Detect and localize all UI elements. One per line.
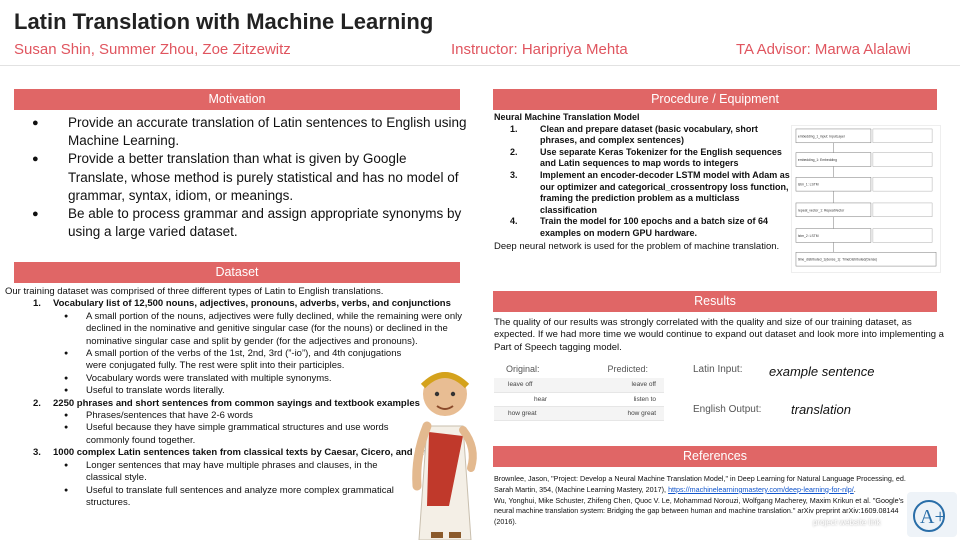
- motivation-bullet: Provide an accurate translation of Latin…: [32, 114, 468, 150]
- procedure-step: 1. Clean and prepare dataset (basic vocab…: [494, 124, 794, 147]
- layer-label: repeat_vector_1: RepeatVector: [798, 208, 845, 212]
- procedure-body: Neural Machine Translation Model 1. Clean…: [494, 112, 794, 252]
- prediction-header: Original: Predicted:: [494, 364, 664, 374]
- header-divider: [0, 65, 960, 66]
- dataset-bullet: Useful to translate full sentences and a…: [5, 485, 470, 510]
- instructor: Instructor: Haripriya Mehta: [451, 41, 628, 58]
- ta-advisor: TA Advisor: Marwa Alalawi: [736, 41, 911, 58]
- item-title: Vocabulary list of 12,500 nouns, adjecti…: [53, 298, 451, 310]
- latin-input-label: Latin Input:: [693, 364, 743, 375]
- dataset-intro: Our training dataset was comprised of th…: [5, 286, 384, 297]
- dataset-bullet: Phrases/sentences that have 2-6 words: [5, 410, 470, 423]
- dataset-bullet: Vocabulary words were translated with mu…: [5, 373, 470, 386]
- predicted-label: Predicted:: [607, 364, 648, 374]
- a-plus-logo: A+: [907, 492, 957, 537]
- motivation-bullet: Be able to process grammar and assign ap…: [32, 205, 468, 241]
- reference-item: Brownlee, Jason, "Project: Develop a Neu…: [494, 474, 906, 496]
- dataset-item: 2. 2250 phrases and short sentences from …: [5, 398, 470, 410]
- dataset-bullet: A small portion of the nouns, adjectives…: [5, 311, 470, 348]
- step-text: Use separate Keras Tokenizer for the Eng…: [540, 146, 782, 169]
- caesar-illustration: [412, 372, 477, 540]
- dataset-item: 3. 1000 complex Latin sentences taken fro…: [5, 447, 470, 459]
- project-website-link[interactable]: project website link: [813, 518, 881, 527]
- results-text: The quality of our results was strongly …: [494, 317, 944, 353]
- dataset-heading: Dataset: [14, 262, 460, 283]
- reference-link[interactable]: https://machinelearningmastery.com/deep-…: [668, 485, 854, 494]
- predicted-cell: how great: [593, 406, 664, 421]
- dataset-bullet: A small portion of the verbs of the 1st,…: [5, 348, 470, 373]
- poster-title: Latin Translation with Machine Learning: [14, 9, 434, 34]
- step-number: 2.: [510, 146, 518, 157]
- original-label: Original:: [506, 364, 540, 374]
- authors: Susan Shin, Summer Zhou, Zoe Zitzewitz: [14, 41, 291, 58]
- table-row: how great how great: [494, 406, 664, 421]
- logo-icon: A+: [913, 500, 946, 532]
- dataset-body: Our training dataset was comprised of th…: [5, 286, 470, 509]
- step-text: Train the model for 100 epochs and a bat…: [540, 216, 769, 238]
- layer-label: time_distributed_1(dense_1): TimeDistrib…: [798, 258, 877, 262]
- motivation-heading: Motivation: [14, 89, 460, 110]
- results-heading: Results: [493, 291, 937, 312]
- procedure-subheading: Neural Machine Translation Model: [494, 112, 640, 122]
- reference-text: .: [853, 484, 856, 494]
- prediction-grid: leave off leave off hear listen to how gre…: [494, 378, 664, 421]
- step-number: 3.: [510, 169, 518, 180]
- step-number: 4.: [510, 216, 518, 227]
- latin-input-value[interactable]: example sentence: [769, 364, 875, 379]
- original-cell: hear: [494, 392, 594, 407]
- procedure-note: Deep neural network is used for the prob…: [494, 240, 780, 252]
- step-number: 1.: [510, 123, 518, 134]
- procedure-step: 4. Train the model for 100 epochs and a b…: [494, 216, 794, 239]
- motivation-bullet: Provide a better translation than what i…: [32, 150, 468, 205]
- dataset-item: 1. Vocabulary list of 12,500 nouns, adjec…: [5, 298, 470, 310]
- logo-text: A+: [920, 506, 946, 528]
- dataset-bullet: Longer sentences that may have multiple …: [5, 460, 470, 485]
- prediction-table: Original: Predicted: leave off leave off …: [494, 364, 664, 421]
- references-heading: References: [493, 446, 937, 467]
- layer-label: embedding_1_input: InputLayer: [798, 134, 846, 138]
- step-text: Implement an encoder-decoder LSTM model …: [540, 169, 790, 215]
- procedure-heading: Procedure / Equipment: [493, 89, 937, 110]
- layer-label: lstm_1: LSTM: [798, 183, 819, 187]
- motivation-list: Provide an accurate translation of Latin…: [32, 114, 468, 241]
- dataset-bullet: Useful to translate words literally.: [5, 385, 470, 398]
- item-number: 1.: [33, 298, 41, 310]
- procedure-step: 3. Implement an encoder-decoder LSTM mode…: [494, 170, 794, 216]
- original-cell: leave off: [494, 378, 594, 393]
- english-output-label: English Output:: [693, 404, 762, 415]
- layer-label: lstm_2: LSTM: [798, 234, 819, 238]
- procedure-step: 2. Use separate Keras Tokenizer for the E…: [494, 147, 794, 170]
- original-cell: how great: [494, 406, 594, 421]
- model-architecture-diagram: embedding_1_input: InputLayer embedding_…: [791, 125, 941, 273]
- english-output-value: translation: [791, 402, 851, 417]
- item-number: 3.: [33, 447, 41, 459]
- table-row: hear listen to: [494, 392, 664, 407]
- table-row: leave off leave off: [494, 378, 664, 393]
- predicted-cell: leave off: [593, 378, 664, 393]
- predicted-cell: listen to: [593, 392, 664, 407]
- dataset-bullet: Useful because they have simple grammati…: [5, 422, 470, 447]
- layer-label: embedding_1: Embedding: [798, 158, 837, 162]
- item-number: 2.: [33, 397, 41, 409]
- step-text: Clean and prepare dataset (basic vocabul…: [540, 123, 758, 146]
